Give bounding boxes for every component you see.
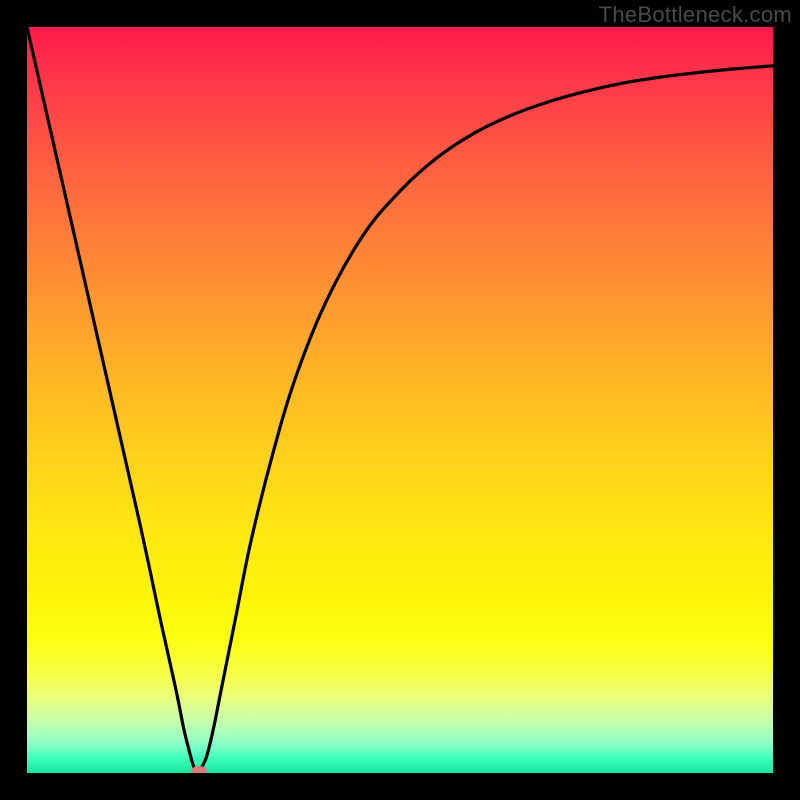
- watermark-text: TheBottleneck.com: [599, 2, 792, 28]
- plot-area: [27, 27, 773, 773]
- bottleneck-curve: [27, 27, 773, 772]
- curve-svg: [27, 27, 773, 773]
- optimal-point-marker: [191, 766, 207, 773]
- chart-frame: TheBottleneck.com: [0, 0, 800, 800]
